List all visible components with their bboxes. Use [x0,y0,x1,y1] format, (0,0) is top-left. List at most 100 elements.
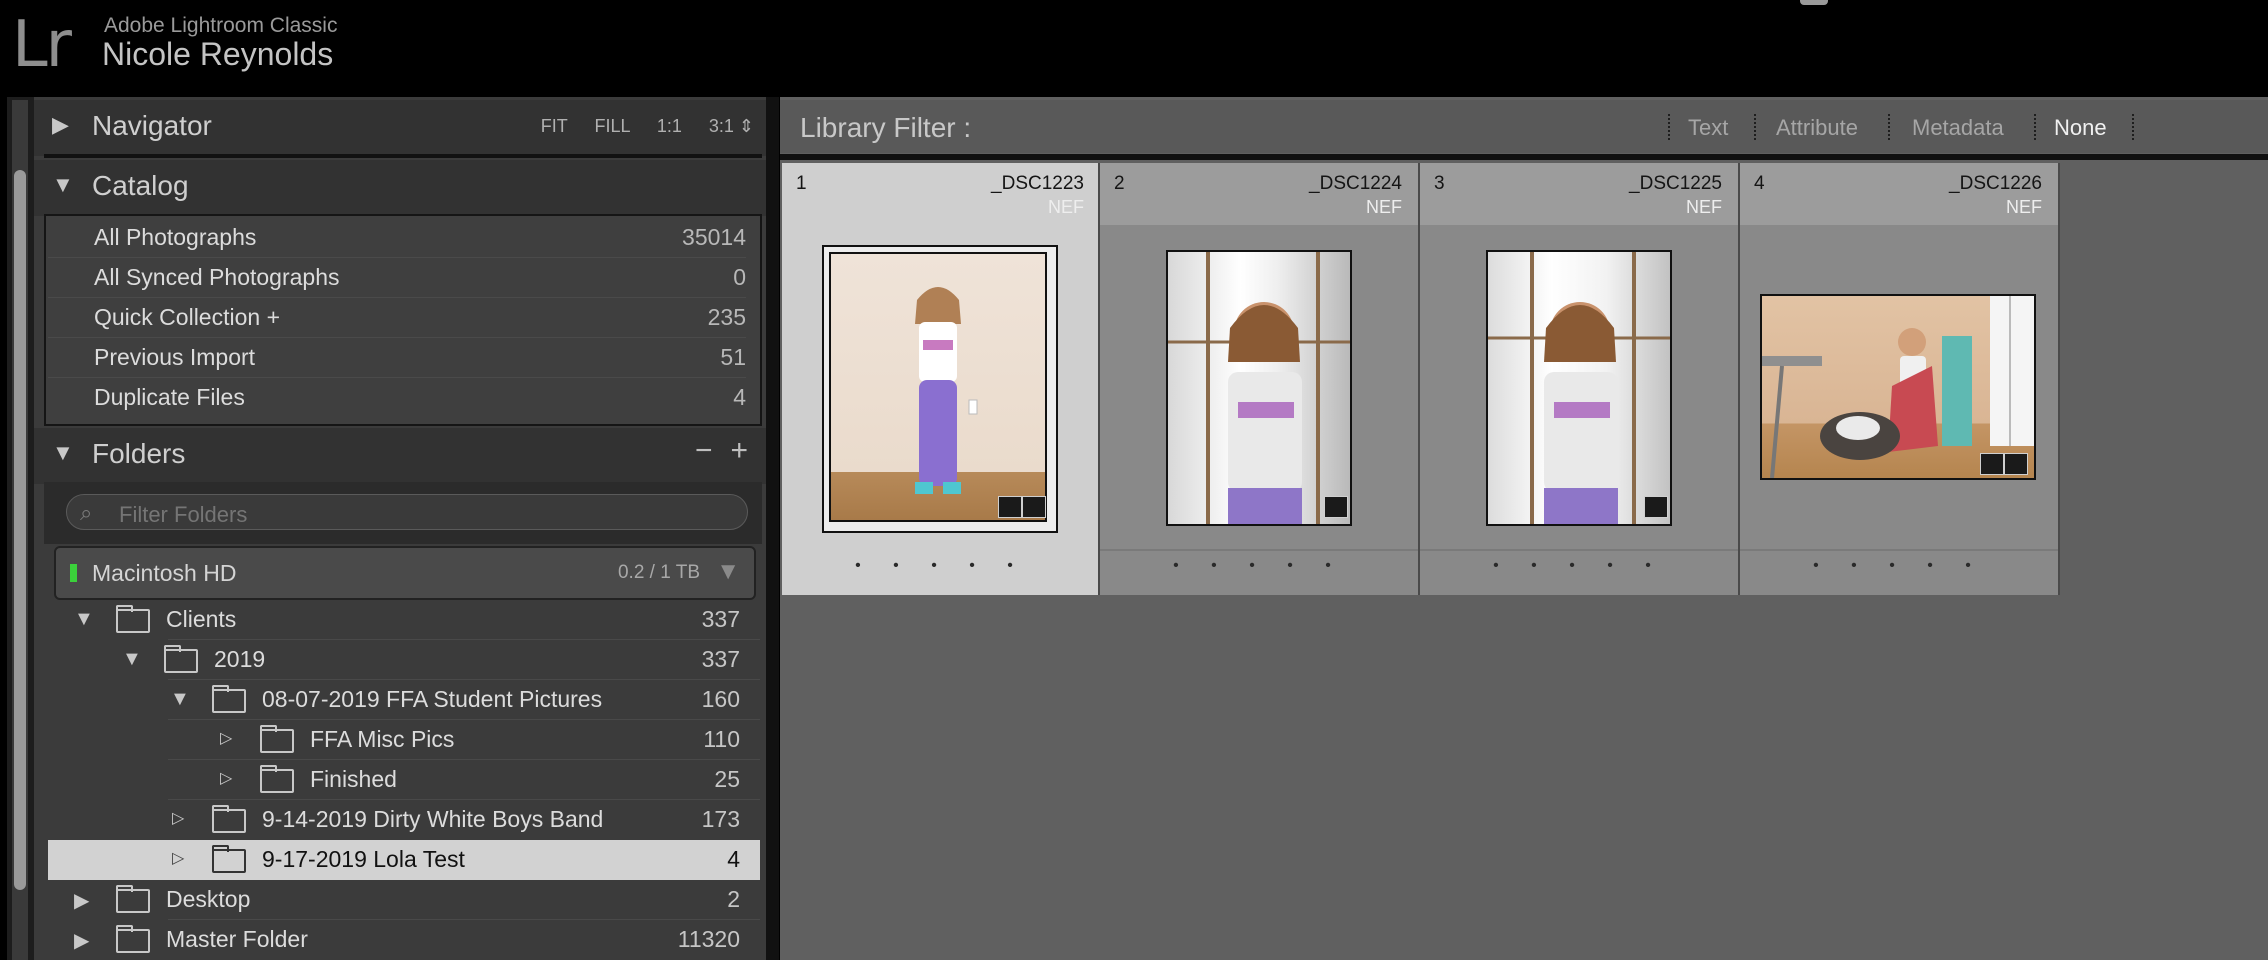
catalog-item-label: All Photographs [94,224,257,250]
folder-row-ffa-misc-pics[interactable]: ▷ FFA Misc Pics 110 [48,720,760,760]
expand-triangle-icon[interactable]: ▷ [220,728,232,748]
zoom-3-1[interactable]: 3:1 ⇕ [709,116,754,136]
collapse-triangle-icon[interactable]: ▼ [52,172,74,198]
folders-header[interactable]: ▼ Folders − + [34,428,766,484]
catalog-item[interactable]: All Synced Photographs 0 [48,258,746,298]
expand-triangle-icon[interactable]: ▶ [74,928,89,953]
folder-icon [212,805,246,833]
photo-thumbnail[interactable] [1166,250,1352,526]
catalog-item-label: All Synced Photographs [94,264,340,290]
folder-count: 11320 [677,926,740,952]
folder-icon [260,725,294,753]
zoom-1-1[interactable]: 1:1 [657,116,682,136]
folder-row-2019[interactable]: ▼ 2019 337 [48,640,760,680]
develop-badge-icon[interactable] [1022,496,1046,518]
filter-folders-input[interactable] [66,494,748,530]
expand-triangle-icon[interactable]: ▶ [52,112,69,138]
cell-filename: _DSC1225 [1629,173,1722,194]
folder-row-master-folder[interactable]: ▶ Master Folder 11320 [48,920,760,960]
cell-header: 3 _DSC1225 NEF [1420,163,1738,225]
catalog-item[interactable]: All Photographs 35014 [48,218,746,258]
collapse-triangle-icon[interactable]: ▼ [122,648,142,671]
volume-name: Macintosh HD [92,560,237,586]
crop-badge-icon[interactable] [998,496,1022,518]
filter-tab-attribute[interactable]: Attribute [1776,115,1858,141]
catalog-item-label: Duplicate Files [94,384,245,410]
photo-thumbnail[interactable] [829,252,1047,522]
develop-badge-icon[interactable] [1644,496,1668,518]
catalog-header[interactable]: ▼ Catalog [34,160,766,216]
folder-row-finished[interactable]: ▷ Finished 25 [48,760,760,800]
grid-cell-1[interactable]: 1 _DSC1223 NEF • • • • • [782,163,1100,595]
folder-row-clients[interactable]: ▼ Clients 337 [48,600,760,640]
volume-size: 0.2 / 1 TB [617,562,700,583]
zoom-fill[interactable]: FILL [594,116,629,136]
crop-badge-icon[interactable] [1980,453,2004,475]
add-folder-button[interactable]: + [730,434,748,467]
cell-filename: _DSC1224 [1309,173,1402,194]
rating-stars[interactable]: • • • • • [1740,557,2058,575]
folder-name: 08-07-2019 FFA Student Pictures [262,686,603,712]
folder-row-ffa-student-pictures[interactable]: ▼ 08-07-2019 FFA Student Pictures 160 [48,680,760,720]
cell-filename: _DSC1226 [1949,173,2042,194]
cell-index: 4 [1754,173,1765,194]
catalog-item[interactable]: Duplicate Files 4 [48,378,746,418]
tab-separator [2132,114,2136,140]
library-filter-title: Library Filter : [800,112,972,143]
search-icon: ⌕ [80,500,93,525]
catalog-item[interactable]: Previous Import 51 [48,338,746,378]
volume-macintosh-hd[interactable]: Macintosh HD 0.2 / 1 TB ▼ [54,546,756,600]
folder-icon [116,885,150,913]
tab-separator [1888,114,1892,140]
identity-plate[interactable]: Nicole Reynolds [102,36,333,73]
grid-cell-2[interactable]: 2 _DSC1224 NEF • • • • • [1100,163,1418,595]
rating-stars[interactable]: • • • • • [1100,557,1418,575]
expand-triangle-icon[interactable]: ▷ [172,848,184,868]
catalog-item-count: 0 [733,264,746,290]
filter-tab-none[interactable]: None [2054,115,2107,141]
collapse-triangle-icon[interactable]: ▼ [170,688,190,711]
title-bar: Lr Adobe Lightroom Classic Nicole Reynol… [0,0,2268,97]
photo-content [915,287,978,494]
develop-badge-icon[interactable] [2004,453,2028,475]
filter-tab-text[interactable]: Text [1688,115,1728,141]
expand-triangle-icon[interactable]: ▷ [220,768,232,788]
folder-row-desktop[interactable]: ▶ Desktop 2 [48,880,760,920]
catalog-item-label: Previous Import [94,344,256,370]
rating-stars[interactable]: • • • • • [782,557,1100,575]
folder-row-dirty-white-boys-band[interactable]: ▷ 9-14-2019 Dirty White Boys Band 173 [48,800,760,840]
develop-badge-icon[interactable] [1324,496,1348,518]
folder-count: 110 [703,726,740,752]
folder-count: 160 [701,686,740,712]
rating-stars[interactable]: • • • • • [1420,557,1738,575]
folder-row-lola-test[interactable]: ▷ 9-17-2019 Lola Test 4 [48,840,760,880]
folder-count: 337 [701,606,740,632]
cell-extension: NEF [2006,197,2042,217]
folder-name: Clients [166,606,237,632]
zoom-fit[interactable]: FIT [541,116,568,136]
grid-cell-4[interactable]: 4 _DSC1226 NEF • • • • • [1740,163,2058,595]
grid-cell-3[interactable]: 3 _DSC1225 NEF • • • • • [1420,163,1738,595]
left-panel-scrollbar[interactable] [12,100,28,960]
folder-count: 4 [727,846,740,872]
catalog-title: Catalog [92,170,189,201]
collapse-triangle-icon[interactable]: ▼ [74,608,94,631]
catalog-item-count: 51 [720,344,746,370]
filter-tab-metadata[interactable]: Metadata [1912,115,2004,141]
catalog-item[interactable]: Quick Collection + 235 [48,298,746,338]
folder-icon [212,845,246,873]
collapse-triangle-icon[interactable]: ▼ [52,440,74,466]
photo-thumbnail[interactable] [1486,250,1672,526]
activity-indicator-icon[interactable] [1800,0,1828,5]
folder-icon [164,645,198,673]
cell-extension: NEF [1686,197,1722,217]
tab-separator [2034,114,2038,140]
expand-triangle-icon[interactable]: ▷ [172,808,184,828]
volume-menu-triangle-icon[interactable]: ▼ [716,558,740,586]
remove-folder-button[interactable]: − [695,434,713,467]
navigator-header[interactable]: ▶ Navigator FIT FILL 1:1 3:1 ⇕ [34,100,766,156]
folder-count: 25 [714,766,740,792]
expand-triangle-icon[interactable]: ▶ [74,888,89,913]
scrollbar-thumb[interactable] [14,170,26,890]
panel-divider[interactable] [766,97,779,960]
